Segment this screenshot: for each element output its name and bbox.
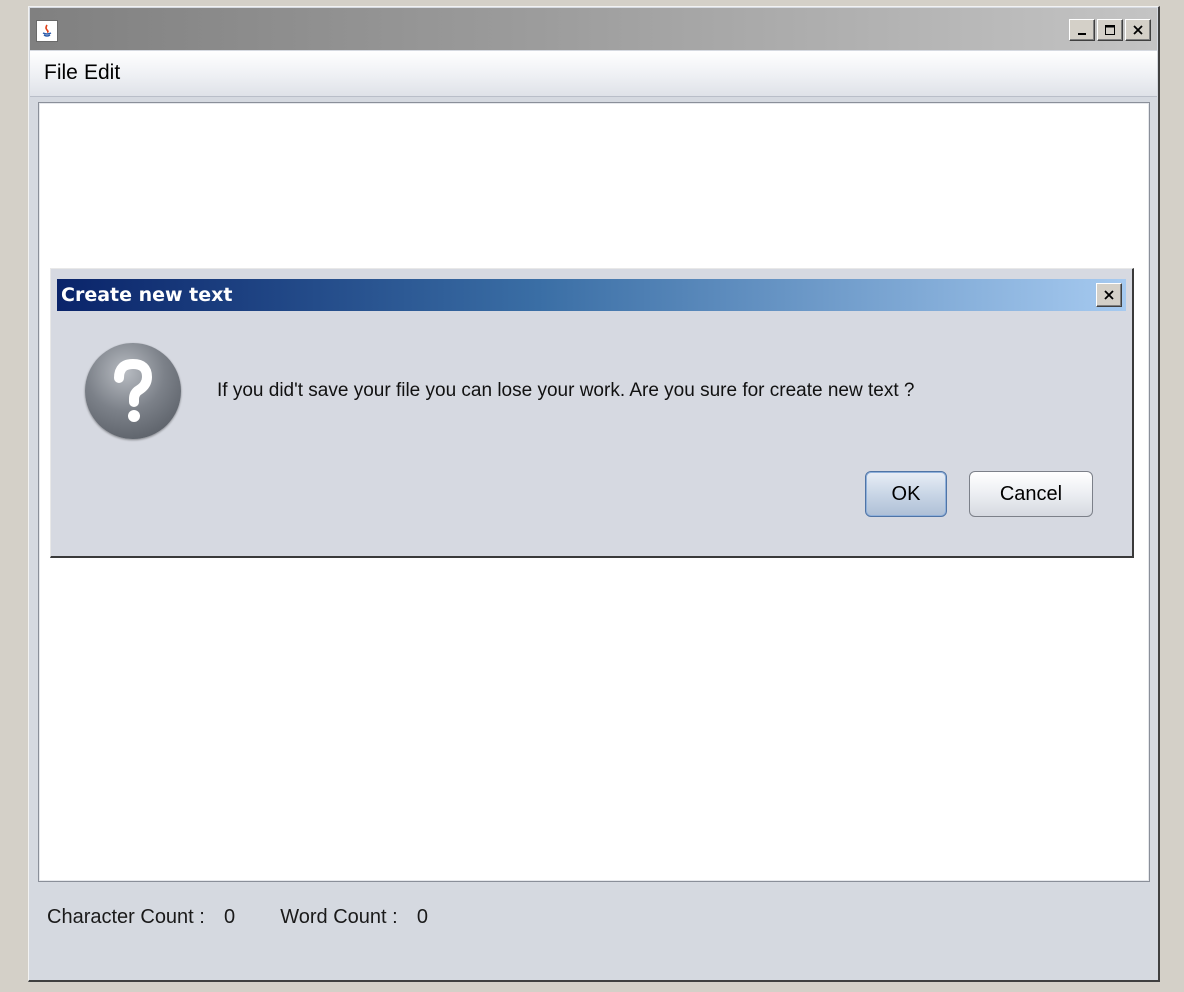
close-icon bbox=[1133, 25, 1143, 35]
maximize-button[interactable] bbox=[1097, 19, 1123, 41]
java-app-icon[interactable] bbox=[36, 20, 58, 42]
dialog-close-button[interactable] bbox=[1096, 283, 1122, 307]
dialog-message: If you did't save your file you can lose… bbox=[217, 380, 915, 401]
menu-edit[interactable]: Edit bbox=[84, 59, 120, 87]
dialog-title: Create new text bbox=[61, 284, 233, 306]
menu-bar: File Edit bbox=[30, 51, 1157, 97]
menu-file[interactable]: File bbox=[44, 59, 78, 87]
create-new-text-dialog: Create new text If you did't save your f… bbox=[50, 268, 1134, 558]
word-count-value: 0 bbox=[416, 906, 428, 928]
cancel-button[interactable]: Cancel bbox=[969, 471, 1093, 517]
window-titlebar[interactable] bbox=[30, 8, 1157, 50]
maximize-icon bbox=[1105, 25, 1115, 35]
word-count-label: Word Count : bbox=[280, 906, 398, 928]
question-icon bbox=[85, 343, 181, 439]
minimize-icon bbox=[1078, 33, 1086, 35]
close-button[interactable] bbox=[1125, 19, 1151, 41]
ok-button[interactable]: OK bbox=[865, 471, 947, 517]
character-count-value: 0 bbox=[223, 906, 236, 928]
close-icon bbox=[1104, 290, 1114, 300]
character-count-label: Character Count : bbox=[47, 906, 205, 928]
minimize-button[interactable] bbox=[1069, 19, 1095, 41]
dialog-titlebar[interactable]: Create new text bbox=[57, 279, 1126, 311]
status-bar: Character Count : 0 Word Count : 0 bbox=[47, 903, 428, 931]
